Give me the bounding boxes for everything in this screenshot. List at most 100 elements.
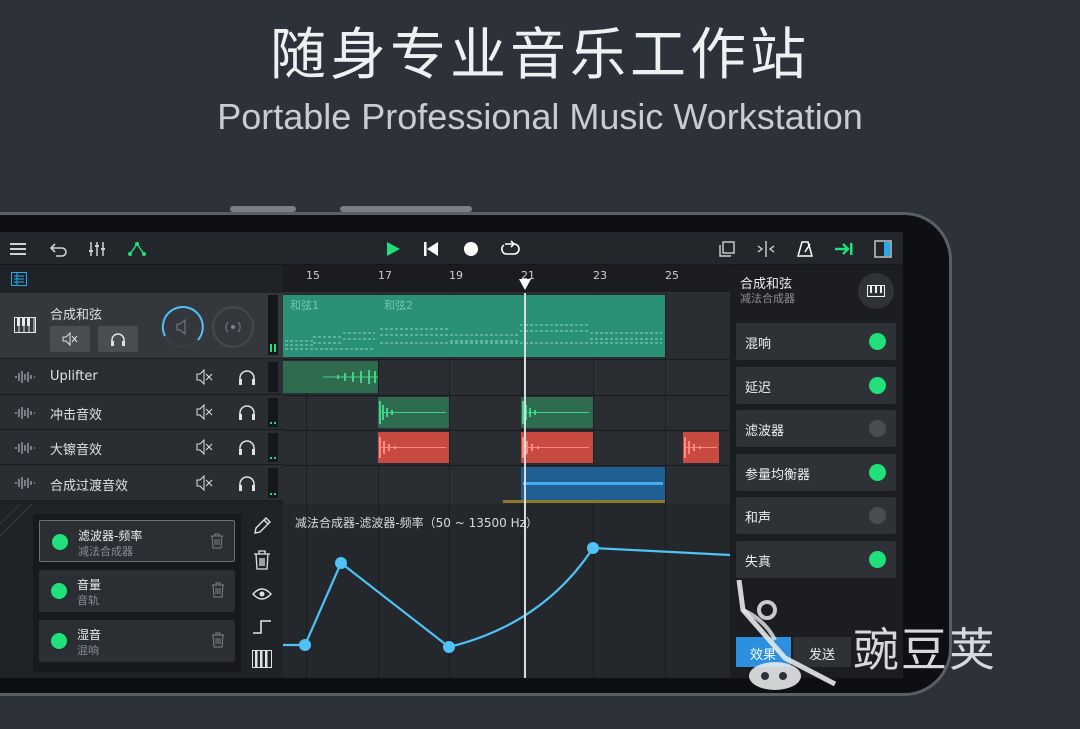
effect-item[interactable]: 混响 (736, 323, 896, 360)
eye-icon[interactable] (252, 586, 272, 602)
trash-icon[interactable] (210, 533, 224, 549)
ruler-tick: 23 (593, 269, 607, 282)
track-name: 合成过渡音效 (50, 479, 129, 494)
mixer-icon[interactable] (86, 238, 108, 260)
split-icon[interactable] (755, 238, 777, 260)
volume-knob[interactable] (160, 304, 206, 350)
effect-label: 参量均衡器 (745, 468, 811, 483)
level-meter (268, 468, 278, 498)
trash-icon[interactable] (253, 550, 271, 570)
automation-list: 滤波器-频率 减法合成器 音量 音轨 湿音 混响 (33, 514, 241, 672)
midi-clip[interactable]: 和弦2 (378, 295, 665, 357)
automation-sub: 混响 (77, 644, 99, 657)
track-name: 合成和弦 (50, 308, 103, 323)
pan-knob[interactable] (210, 304, 256, 350)
effect-item[interactable]: 滤波器 (736, 410, 896, 447)
mute-icon[interactable] (196, 369, 214, 385)
effect-item[interactable]: 参量均衡器 (736, 454, 896, 491)
automation-title: 湿音 (77, 628, 102, 642)
automation-item[interactable]: 音量 音轨 (39, 570, 235, 612)
ruler-tick: 15 (306, 269, 320, 282)
midi-clip[interactable]: 和弦1 (283, 295, 378, 357)
audio-clip[interactable] (378, 397, 449, 428)
timeline-ruler[interactable]: 15 17 19 21 23 25 (283, 265, 730, 293)
audio-clip[interactable] (378, 432, 449, 463)
hero-subtitle: Portable Professional Music Workstation (217, 96, 863, 137)
track-header-synth[interactable]: 合成和弦 (0, 293, 283, 359)
track-name: Uplifter (50, 369, 98, 384)
loop-icon[interactable] (499, 238, 521, 260)
effect-toggle[interactable] (869, 377, 886, 394)
step-icon[interactable] (252, 618, 272, 636)
metronome-icon[interactable] (794, 238, 816, 260)
mute-icon[interactable] (196, 439, 214, 455)
track-list-icon[interactable] (11, 272, 27, 286)
level-meter (268, 362, 278, 392)
track-list-header (0, 265, 283, 293)
pencil-icon[interactable] (252, 516, 272, 536)
audio-clip[interactable] (683, 432, 719, 463)
watermark-logo (736, 580, 837, 690)
waveform-icon (15, 442, 35, 454)
automation-item[interactable]: 滤波器-频率 减法合成器 (39, 520, 235, 562)
instrument-button[interactable] (858, 273, 894, 309)
automation-point (443, 641, 455, 653)
audio-clip[interactable] (521, 467, 665, 500)
automation-icon[interactable] (126, 238, 148, 260)
track-header-audio[interactable]: 合成过渡音效 (0, 465, 283, 501)
effect-item[interactable]: 和声 (736, 497, 896, 534)
headphones-icon[interactable] (238, 404, 256, 420)
automation-graph[interactable]: 减法合成器-滤波器-频率（50 ~ 13500 Hz） (283, 504, 730, 678)
undo-icon[interactable] (48, 238, 70, 260)
headphones-icon[interactable] (238, 475, 256, 491)
effect-item[interactable]: 延迟 (736, 367, 896, 404)
effect-toggle[interactable] (869, 507, 886, 524)
ruler-tick: 17 (378, 269, 392, 282)
trash-icon[interactable] (211, 582, 225, 598)
level-meter (268, 398, 278, 427)
effect-toggle[interactable] (869, 464, 886, 481)
copy-icon[interactable] (716, 238, 738, 260)
effect-toggle[interactable] (869, 333, 886, 350)
track-header-audio[interactable]: 大镲音效 (0, 430, 283, 465)
waveform-icon (15, 477, 35, 489)
automation-item[interactable]: 湿音 混响 (39, 620, 235, 662)
menu-icon[interactable] (8, 238, 30, 260)
waveform-icon (15, 371, 35, 383)
automation-toggle[interactable] (52, 534, 68, 550)
track-name: 冲击音效 (50, 408, 103, 423)
ruler-tick: 25 (665, 269, 679, 282)
mute-icon[interactable] (196, 404, 214, 420)
effect-toggle[interactable] (869, 551, 886, 568)
effect-item[interactable]: 失真 (736, 541, 896, 578)
piano-icon (867, 285, 885, 297)
audio-clip[interactable] (521, 432, 593, 463)
instrument-sub: 减法合成器 (740, 292, 795, 305)
rewind-icon[interactable] (420, 238, 442, 260)
arrangement-timeline[interactable]: 和弦1 和弦2 (283, 293, 730, 504)
watermark: 豌豆荚 (735, 580, 1055, 700)
ruler-tick: 19 (449, 269, 463, 282)
automation-point (587, 542, 599, 554)
headphones-icon[interactable] (238, 439, 256, 455)
audio-clip[interactable] (521, 397, 593, 428)
solo-button[interactable] (98, 326, 138, 352)
headphones-icon[interactable] (238, 369, 256, 385)
mute-button[interactable] (50, 326, 90, 352)
automation-toggle[interactable] (51, 583, 67, 599)
mute-icon[interactable] (196, 475, 214, 491)
play-icon[interactable] (382, 238, 404, 260)
track-header-audio[interactable]: 冲击音效 (0, 395, 283, 430)
audio-clip[interactable] (283, 361, 378, 393)
panel-toggle-icon[interactable] (872, 238, 894, 260)
automation-curve[interactable] (283, 504, 730, 678)
trash-icon[interactable] (211, 632, 225, 648)
record-icon[interactable] (460, 238, 482, 260)
effect-toggle[interactable] (869, 420, 886, 437)
export-icon[interactable] (833, 238, 855, 260)
piano-icon[interactable] (252, 650, 272, 668)
track-header-audio[interactable]: Uplifter (0, 359, 283, 395)
playhead-marker[interactable] (519, 279, 531, 291)
automation-title: 音量 (77, 578, 102, 592)
automation-toggle[interactable] (51, 633, 67, 649)
